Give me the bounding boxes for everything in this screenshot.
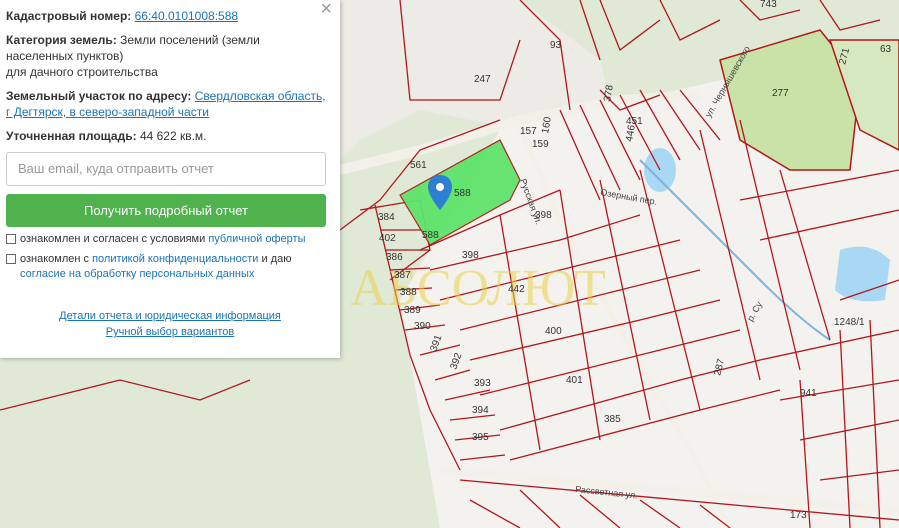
svg-text:941: 941 <box>800 388 817 399</box>
svg-text:393: 393 <box>474 378 491 389</box>
svg-text:277: 277 <box>772 88 789 99</box>
panel-footer: Детали отчета и юридическая информация Р… <box>6 308 334 340</box>
svg-text:390: 390 <box>414 321 431 332</box>
svg-text:АБСОЛЮТ: АБСОЛЮТ <box>350 260 606 317</box>
consent-privacy-checkbox[interactable] <box>6 254 16 264</box>
svg-text:394: 394 <box>472 405 489 416</box>
svg-text:561: 561 <box>410 160 427 171</box>
svg-text:395: 395 <box>472 432 489 443</box>
svg-text:384: 384 <box>378 212 395 223</box>
consent-offer-prefix: ознакомлен и согласен с условиями <box>20 233 209 245</box>
address-link-2[interactable]: г Дегтярск, в северо-западной части <box>6 105 209 119</box>
svg-text:93: 93 <box>550 40 562 51</box>
svg-text:159: 159 <box>532 139 549 150</box>
manual-selection-link[interactable]: Ручной выбор вариантов <box>106 326 234 338</box>
svg-text:388: 388 <box>400 287 417 298</box>
privacy-policy-link[interactable]: политикой конфиденциальности <box>92 253 258 265</box>
consent-offer-text: ознакомлен и согласен с условиями публич… <box>20 232 306 247</box>
svg-text:157: 157 <box>520 126 537 137</box>
consent-offer-checkbox[interactable] <box>6 234 16 244</box>
email-input[interactable]: Ваш email, куда отправить отчет <box>6 152 326 186</box>
svg-text:588: 588 <box>422 230 439 241</box>
svg-text:743: 743 <box>760 0 777 10</box>
svg-text:389: 389 <box>404 305 421 316</box>
report-details-link[interactable]: Детали отчета и юридическая информация <box>59 310 281 322</box>
category-value-3: для дачного строительства <box>6 65 158 79</box>
area-value: 44 622 кв.м. <box>139 129 207 143</box>
area-row: Уточненная площадь: 44 622 кв.м. <box>6 128 334 144</box>
close-icon[interactable]: × <box>320 0 332 19</box>
personal-data-consent-link[interactable]: согласие на обработку персональных данны… <box>20 268 254 280</box>
cadastral-row: Кадастровый номер: 66:40.0101008:588 <box>6 8 334 24</box>
consent-offer-row: ознакомлен и согласен с условиями публич… <box>6 232 334 247</box>
category-row: Категория земель: Земли поселений (земли… <box>6 32 334 80</box>
category-value-1: Земли поселений (земли <box>120 33 260 47</box>
svg-text:402: 402 <box>379 233 396 244</box>
svg-text:401: 401 <box>566 375 583 386</box>
svg-text:588: 588 <box>454 188 471 199</box>
svg-text:247: 247 <box>474 74 491 85</box>
svg-text:1248/1: 1248/1 <box>834 317 865 328</box>
consent-privacy-prefix: ознакомлен с <box>20 253 93 265</box>
public-offer-link[interactable]: публичной оферты <box>208 233 305 245</box>
cadastral-label: Кадастровый номер: <box>6 9 132 23</box>
svg-text:63: 63 <box>880 44 892 55</box>
category-label: Категория земель: <box>6 33 117 47</box>
svg-text:400: 400 <box>545 326 562 337</box>
svg-text:173: 173 <box>790 510 807 521</box>
cadastral-number-link[interactable]: 66:40.0101008:588 <box>135 9 238 23</box>
consent-privacy-row: ознакомлен с политикой конфиденциальност… <box>6 252 334 282</box>
svg-text:386: 386 <box>386 252 403 263</box>
consent-privacy-mid: и даю <box>258 253 292 265</box>
svg-text:442: 442 <box>508 284 525 295</box>
area-label: Уточненная площадь: <box>6 129 137 143</box>
address-label: Земельный участок по адресу: <box>6 89 192 103</box>
category-value-2: населенных пунктов) <box>6 49 124 63</box>
svg-text:398: 398 <box>462 250 479 261</box>
address-row: Земельный участок по адресу: Свердловска… <box>6 88 334 120</box>
address-link-1[interactable]: Свердловская область, <box>195 89 326 103</box>
info-panel: × Кадастровый номер: 66:40.0101008:588 К… <box>0 0 340 358</box>
svg-text:385: 385 <box>604 414 621 425</box>
svg-text:387: 387 <box>394 270 411 281</box>
pond-east <box>835 246 890 302</box>
consent-privacy-text: ознакомлен с политикой конфиденциальност… <box>20 252 291 282</box>
get-report-button[interactable]: Получить подробный отчет <box>6 194 326 227</box>
